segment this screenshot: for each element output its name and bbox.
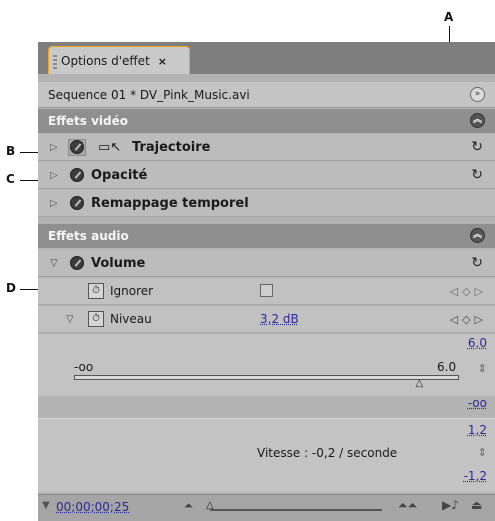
property-row-niveau: ▽ ⏱ Niveau 3,2 dB ◁◇▷ — [38, 306, 495, 333]
play-audio-icon[interactable]: ▶♪ — [442, 498, 459, 512]
sequence-row: Sequence 01 * DV_Pink_Music.avi » — [38, 82, 495, 108]
velocity-area: 1,2 Vitesse : -0,2 / seconde ⇕ -1,2 — [38, 418, 495, 492]
zoom-in-icon[interactable]: ⏶⏶ — [398, 498, 417, 513]
chevron-double-up-icon[interactable]: ︽ — [470, 228, 485, 243]
tab-close-button[interactable]: × — [158, 55, 167, 68]
effect-name: Opacité — [91, 168, 148, 183]
tab-title: Options d'effet — [61, 54, 150, 68]
zoom-out-icon[interactable]: ⏶ — [184, 499, 193, 513]
effect-row-trajectoire[interactable]: ▷ ▭↖ Trajectoire ↻ — [38, 134, 495, 161]
property-label: Niveau — [110, 312, 152, 326]
disclosure-triangle-open-icon[interactable]: ▽ — [66, 306, 74, 333]
callout-d: D — [6, 281, 16, 295]
level-slider-track[interactable] — [74, 375, 459, 380]
panel-footer: ▼ 00;00;00;25 ⏶ △ ⏶⏶ ▶♪ ⏏ — [38, 494, 495, 521]
chevron-double-right-icon[interactable]: » — [470, 87, 485, 102]
timecode[interactable]: 00;00;00;25 — [56, 500, 129, 514]
zoom-slider-track[interactable] — [210, 509, 382, 511]
velocity-label: Vitesse : -0,2 / seconde — [257, 446, 398, 460]
stopwatch-icon[interactable]: ⏱ — [88, 311, 104, 327]
velocity-min: -1,2 — [463, 469, 487, 483]
disclosure-triangle-icon[interactable]: ▷ — [50, 190, 58, 217]
effect-row-remappage[interactable]: ▷ Remappage temporel — [38, 190, 495, 217]
effect-row-opacite[interactable]: ▷ Opacité ↻ — [38, 162, 495, 189]
property-label: Ignorer — [110, 284, 154, 298]
audio-effects-title: Effets audio — [48, 229, 129, 243]
video-effects-title: Effets vidéo — [48, 114, 129, 128]
effect-options-panel: Options d'effet × Sequence 01 * DV_Pink_M… — [38, 42, 495, 521]
effect-name: Remappage temporel — [91, 196, 249, 211]
callout-b: B — [6, 144, 16, 158]
keyframe-nav-icon[interactable]: ◁◇▷ — [450, 278, 487, 305]
audio-effects-header: Effets audio ︽ — [38, 224, 495, 248]
property-row-ignorer: ⏱ Ignorer ◁◇▷ — [38, 278, 495, 305]
effect-name: Trajectoire — [132, 140, 211, 155]
grip-icon — [53, 54, 57, 69]
fx-toggle-icon[interactable] — [70, 196, 84, 210]
level-slider-thumb[interactable]: △ — [416, 378, 424, 389]
scroll-arrow-icon[interactable]: ⇕ — [478, 446, 487, 459]
filter-icon[interactable]: ▼ — [42, 500, 50, 511]
ignore-checkbox[interactable] — [260, 284, 273, 297]
disclosure-triangle-open-icon[interactable]: ▽ — [50, 250, 58, 277]
export-icon[interactable]: ⏏ — [471, 498, 482, 512]
panel-tab-bar: Options d'effet × — [38, 42, 495, 74]
disclosure-triangle-icon[interactable]: ▷ — [50, 162, 58, 189]
fx-toggle-icon[interactable] — [70, 168, 84, 182]
callout-c: C — [6, 172, 15, 186]
chevron-double-up-icon[interactable]: ︽ — [470, 113, 485, 128]
reset-icon[interactable]: ↻ — [471, 134, 483, 161]
slider-max-label: 6.0 — [437, 360, 457, 374]
fx-toggle-icon[interactable] — [70, 256, 84, 270]
motion-icon: ▭↖ — [98, 140, 122, 155]
keyframe-nav-icon[interactable]: ◁◇▷ — [450, 306, 487, 333]
max-value: 6,0 — [467, 336, 487, 350]
reset-icon[interactable]: ↻ — [471, 250, 483, 277]
level-slider-area: 6,0 -oo 6.0 △ ⇕ -oo — [38, 334, 495, 410]
tab-effect-options[interactable]: Options d'effet × — [48, 46, 190, 74]
scroll-arrow-icon[interactable]: ⇕ — [478, 362, 487, 375]
fx-toggle-icon — [70, 140, 84, 154]
video-effects-header: Effets vidéo ︽ — [38, 109, 495, 133]
callout-a: A — [444, 10, 454, 24]
neg-inf-value: -oo — [467, 396, 487, 410]
disclosure-triangle-icon[interactable]: ▷ — [50, 134, 58, 161]
effect-row-volume[interactable]: ▽ Volume ↻ — [38, 250, 495, 277]
velocity-max: 1,2 — [467, 423, 487, 437]
slider-min-label: -oo — [74, 360, 94, 374]
reset-icon[interactable]: ↻ — [471, 162, 483, 189]
stopwatch-icon[interactable]: ⏱ — [88, 283, 104, 299]
level-value[interactable]: 3,2 dB — [260, 306, 299, 333]
sequence-name: Sequence 01 * DV_Pink_Music.avi — [48, 88, 250, 102]
fx-toggle-box[interactable] — [68, 139, 86, 156]
effect-name: Volume — [91, 256, 146, 271]
